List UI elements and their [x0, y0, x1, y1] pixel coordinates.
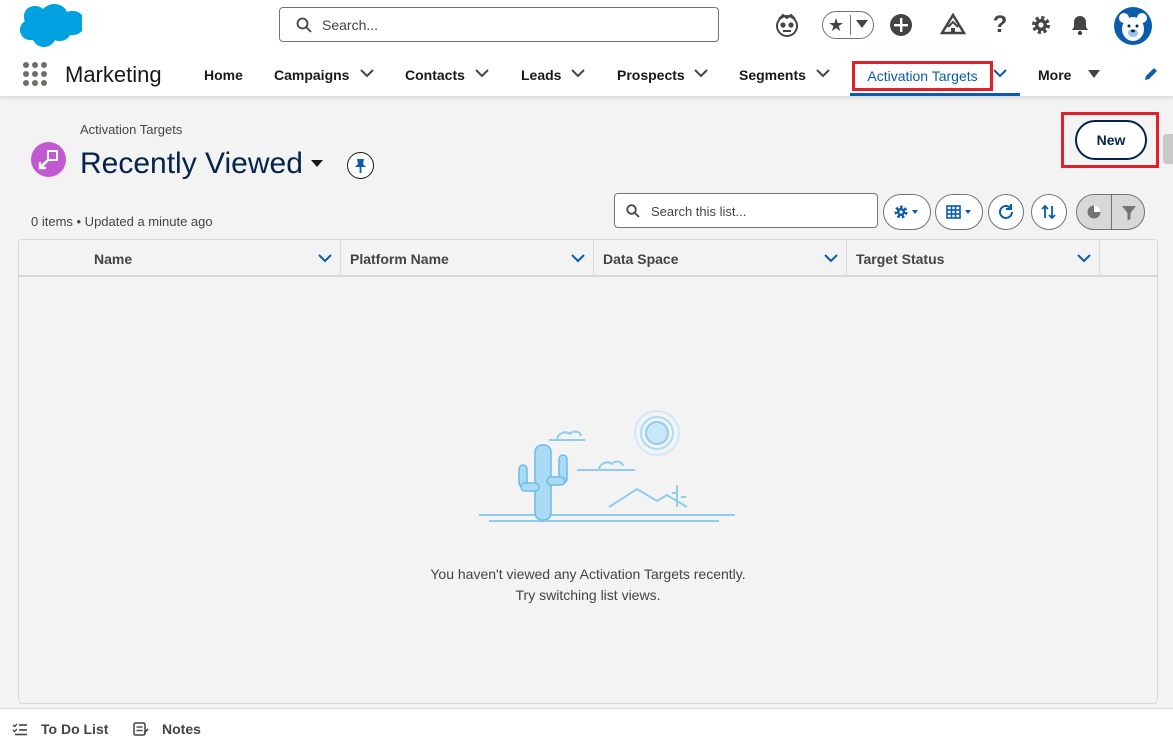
- nav-item-activation-targets[interactable]: Activation Targets: [852, 61, 993, 91]
- nav-item-label: Campaigns: [274, 66, 350, 83]
- sort-icon: [1041, 204, 1056, 220]
- active-tab-indicator: [850, 93, 1020, 96]
- column-header-label: Data Space: [603, 251, 679, 267]
- nav-item-label: Activation Targets: [867, 68, 978, 84]
- utility-item-todo-list[interactable]: To Do List: [41, 721, 108, 737]
- global-header: Search... ★ ?: [0, 0, 1173, 52]
- nav-item-label: Segments: [739, 66, 806, 83]
- gear-icon: [894, 205, 918, 219]
- search-icon: [296, 17, 312, 33]
- list-view-controls-button[interactable]: [883, 194, 931, 230]
- setup-gear-icon[interactable]: [1026, 8, 1056, 42]
- favorites-menu-icon[interactable]: [856, 20, 868, 28]
- desert-empty-state-illustration: [479, 410, 735, 522]
- list-search-input[interactable]: Search this list...: [614, 193, 878, 228]
- notes-icon: [133, 722, 149, 736]
- nav-item-label: Home: [204, 66, 243, 83]
- column-header-platform-name[interactable]: Platform Name: [341, 240, 594, 277]
- favorites-divider: [850, 15, 851, 35]
- list-view-table: Name Platform Name Data Space Target Sta…: [18, 239, 1158, 704]
- new-button[interactable]: New: [1075, 120, 1147, 160]
- pin-list-view-icon[interactable]: [347, 152, 374, 179]
- chevron-down-icon[interactable]: [993, 68, 1007, 78]
- chevron-down-icon[interactable]: [824, 253, 838, 263]
- nav-item-label: More: [1038, 66, 1072, 83]
- list-search-placeholder: Search this list...: [651, 204, 747, 219]
- chart-icon[interactable]: [1077, 195, 1111, 229]
- chart-filter-group: [1076, 194, 1145, 230]
- favorites-button[interactable]: ★: [822, 11, 874, 39]
- nav-item-more[interactable]: More: [1038, 52, 1071, 97]
- global-add-icon[interactable]: [886, 8, 916, 42]
- chevron-down-icon[interactable]: [318, 253, 332, 263]
- chevron-down-icon[interactable]: [360, 68, 374, 78]
- utility-item-notes[interactable]: Notes: [162, 721, 201, 737]
- empty-state-hint: Try switching list views.: [515, 587, 661, 603]
- column-header-label: Platform Name: [350, 251, 449, 267]
- edit-nav-pencil-icon[interactable]: [1143, 66, 1159, 82]
- column-header-label: Name: [94, 251, 133, 267]
- nav-item-segments[interactable]: Segments: [739, 52, 806, 97]
- list-view-title[interactable]: Recently Viewed: [80, 147, 303, 181]
- nav-item-prospects[interactable]: Prospects: [617, 52, 685, 97]
- empty-state-message: You haven't viewed any Activation Target…: [430, 566, 746, 582]
- column-header-target-status[interactable]: Target Status: [847, 240, 1100, 277]
- nav-item-label: Contacts: [405, 66, 465, 83]
- help-icon[interactable]: ?: [985, 8, 1015, 42]
- global-search-placeholder: Search...: [322, 17, 379, 33]
- chevron-down-icon[interactable]: [1077, 253, 1091, 263]
- nav-item-contacts[interactable]: Contacts: [405, 52, 465, 97]
- trailhead-icon[interactable]: [938, 8, 968, 42]
- display-as-button[interactable]: [935, 194, 983, 230]
- user-avatar[interactable]: [1114, 7, 1152, 45]
- app-navigation-bar: Marketing Home Campaigns Contacts Leads …: [0, 52, 1173, 97]
- filter-icon[interactable]: [1112, 195, 1146, 229]
- side-panel-toggle[interactable]: [1163, 134, 1173, 164]
- list-view-meta: 0 items • Updated a minute ago: [31, 214, 213, 229]
- nav-item-label: Leads: [521, 66, 562, 83]
- list-view-switcher-icon[interactable]: [311, 160, 323, 167]
- nav-item-home[interactable]: Home: [204, 52, 243, 97]
- utility-bar: To Do List Notes: [0, 708, 1173, 746]
- column-header-name[interactable]: Name: [19, 240, 341, 277]
- chevron-down-icon[interactable]: [816, 68, 830, 78]
- nav-item-campaigns[interactable]: Campaigns: [274, 52, 349, 97]
- todo-list-icon: [12, 723, 27, 736]
- einstein-icon[interactable]: [772, 8, 802, 42]
- refresh-button[interactable]: [988, 194, 1024, 230]
- notifications-bell-icon[interactable]: [1065, 8, 1095, 42]
- refresh-icon: [999, 204, 1013, 219]
- chevron-down-icon[interactable]: [571, 253, 585, 263]
- global-search-box[interactable]: Search...: [279, 7, 719, 42]
- search-icon: [626, 204, 640, 218]
- nav-item-label: Prospects: [617, 66, 685, 83]
- activation-target-object-icon: [31, 142, 66, 177]
- table-header: Name Platform Name Data Space Target Sta…: [19, 240, 1157, 277]
- salesforce-logo[interactable]: [16, 3, 82, 49]
- app-launcher-icon[interactable]: [23, 62, 47, 86]
- column-header-data-space[interactable]: Data Space: [594, 240, 847, 277]
- object-label: Activation Targets: [80, 122, 183, 137]
- chevron-down-icon[interactable]: [694, 68, 708, 78]
- chevron-down-icon[interactable]: [475, 68, 489, 78]
- sort-button[interactable]: [1031, 194, 1067, 230]
- more-caret-icon[interactable]: [1088, 70, 1100, 78]
- column-header-label: Target Status: [856, 251, 945, 267]
- nav-item-leads[interactable]: Leads: [521, 52, 561, 97]
- app-name: Marketing: [65, 62, 162, 87]
- favorites-star-icon: ★: [828, 15, 845, 35]
- chevron-down-icon[interactable]: [571, 68, 585, 78]
- table-icon: [946, 205, 971, 219]
